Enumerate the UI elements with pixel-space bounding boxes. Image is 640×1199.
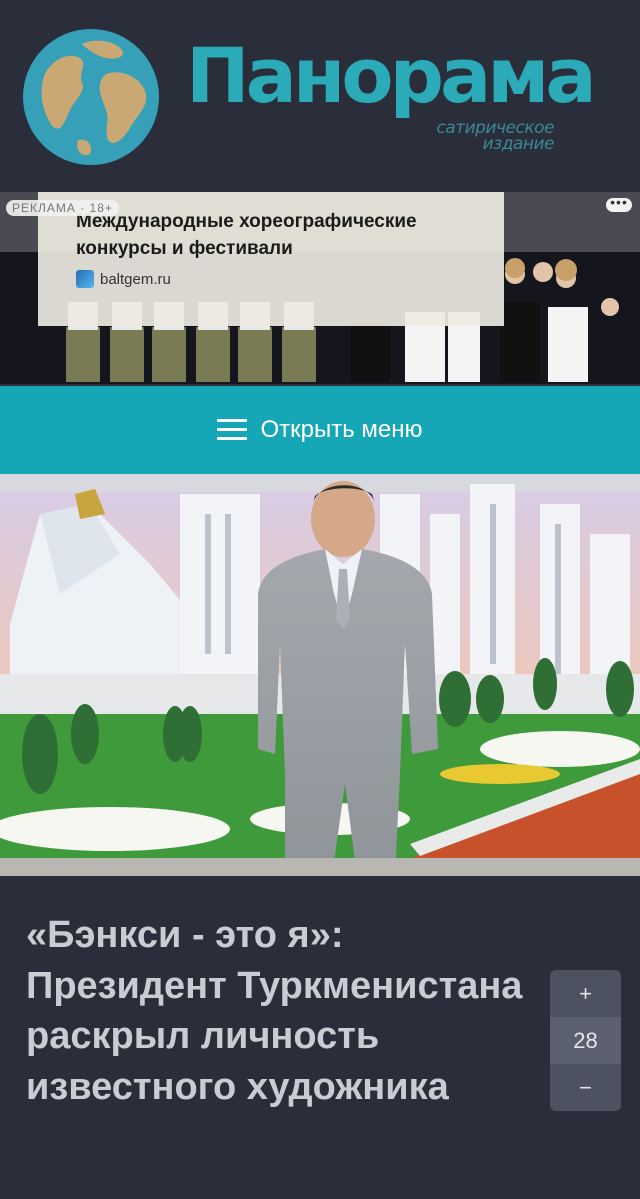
rating-count: 28 (550, 1017, 621, 1064)
ad-domain-row[interactable]: baltgem.ru (76, 270, 504, 288)
ad-headline[interactable]: Международные хореографические конкурсы … (76, 208, 476, 262)
logo-subtitle-line2: издание (482, 134, 555, 154)
hero-photo (0, 474, 640, 876)
rating-widget: + 28 − (550, 970, 621, 1111)
ad-favicon-icon (76, 270, 94, 288)
ad-more-options-icon[interactable]: ••• (606, 195, 632, 212)
site-header: Панорама сатирическое издание (0, 0, 640, 192)
advertisement-banner[interactable]: Международные хореографические конкурсы … (0, 192, 640, 384)
article-title[interactable]: «Бэнкси - это я»: Президент Туркменистан… (26, 910, 526, 1112)
globe-logo-icon[interactable] (22, 28, 160, 166)
upvote-button[interactable]: + (550, 970, 621, 1017)
open-menu-label: Открыть меню (260, 416, 423, 443)
ad-label: РЕКЛАМА · 18+ (6, 200, 119, 216)
hamburger-icon (217, 419, 248, 441)
ad-domain[interactable]: baltgem.ru (100, 271, 171, 288)
logo-subtitle: сатирическое издание (436, 120, 555, 154)
open-menu-button[interactable]: Открыть меню (0, 386, 640, 474)
logo-title[interactable]: Панорама (186, 38, 597, 114)
downvote-button[interactable]: − (550, 1064, 621, 1111)
article-hero-image[interactable] (0, 474, 640, 876)
